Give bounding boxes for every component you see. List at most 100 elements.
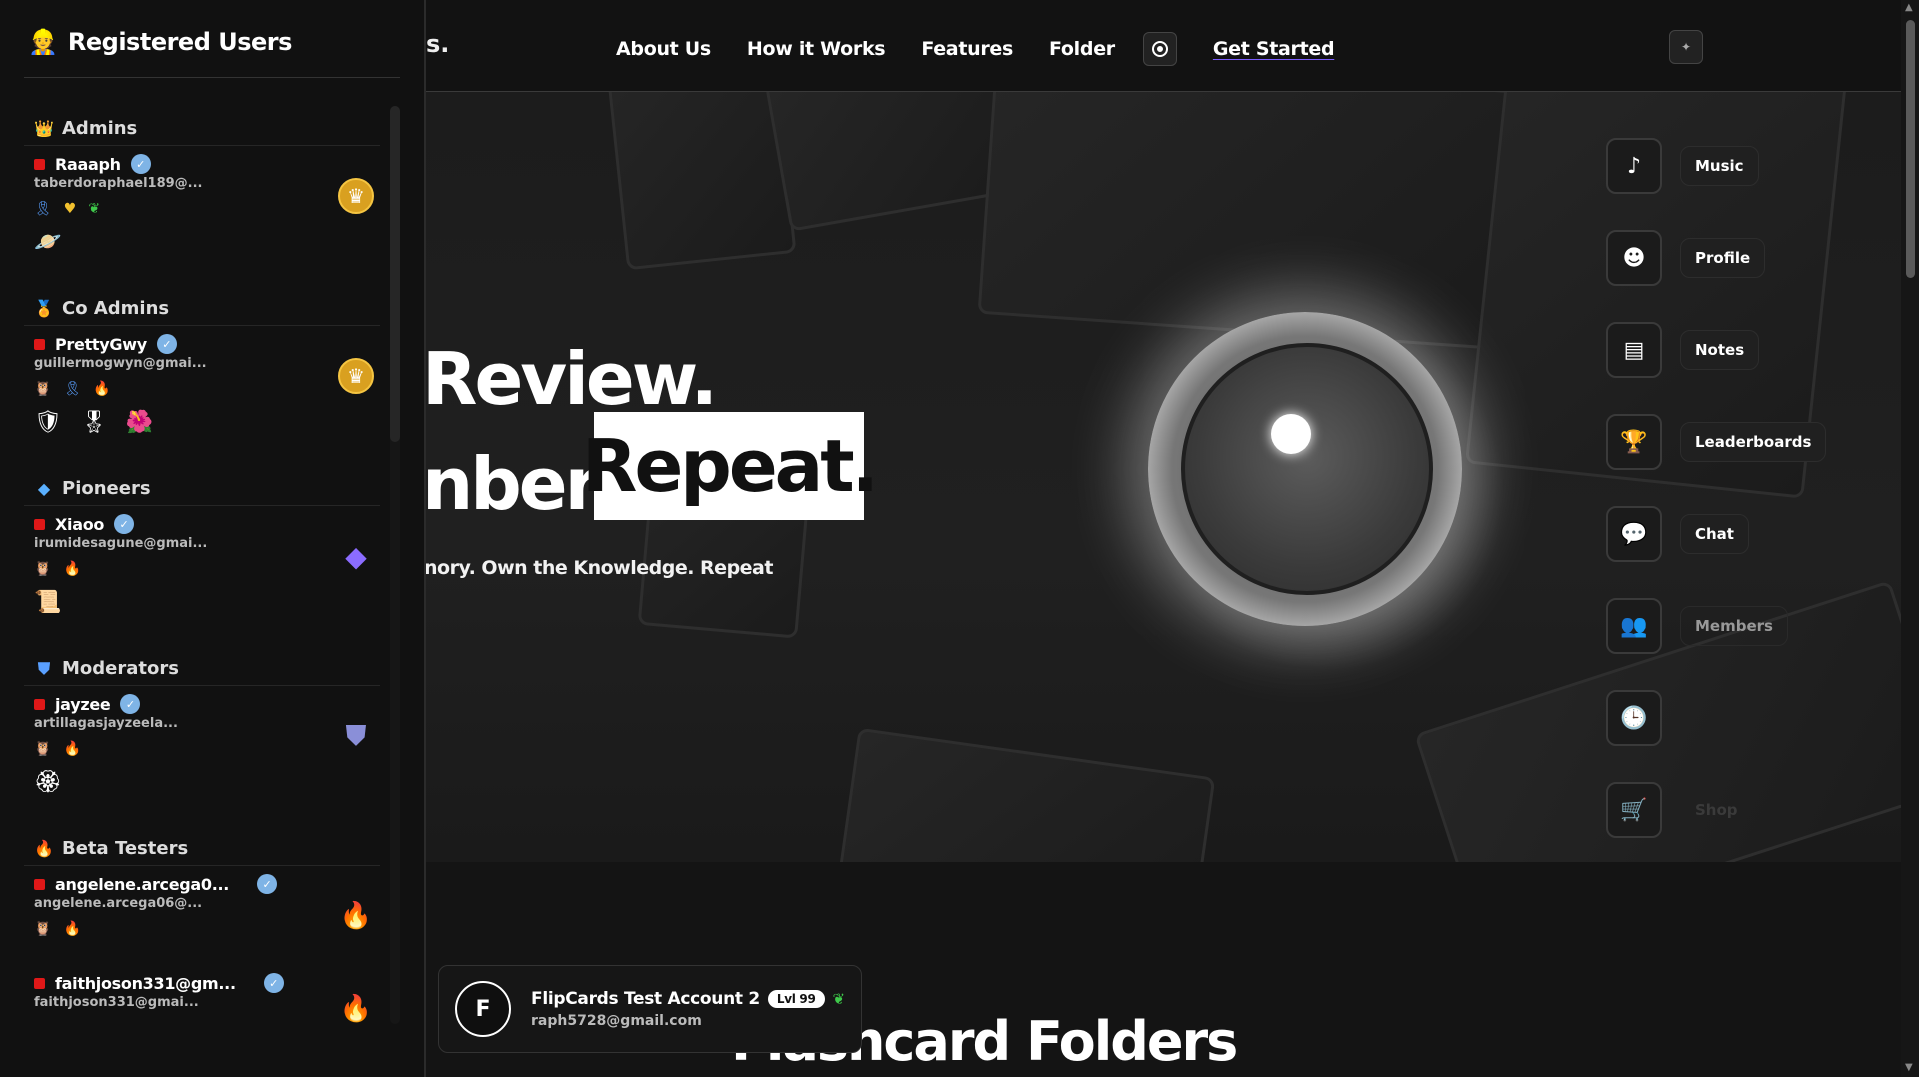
brand-fragment[interactable]: s. — [426, 30, 449, 58]
user-name: Raaaph — [55, 154, 121, 174]
account-name-row: FlipCards Test Account 2 Lvl 99 ❦ — [531, 989, 845, 1009]
user-entry[interactable]: Raaaph ✓ taberdoraphael189@... 🎗 ♥ ❦ 🪐 ♛ — [24, 146, 380, 255]
user-name: jayzee — [55, 694, 111, 714]
user-entry[interactable]: Xiaoo ✓ irumidesagune@gmai... 🦉 🔥 📜 ◆ — [24, 506, 380, 615]
account-card[interactable]: F FlipCards Test Account 2 Lvl 99 ❦ raph… — [438, 965, 862, 1053]
status-offline-icon — [34, 878, 45, 890]
badge-leaf-icon: ❦ — [88, 201, 101, 217]
shield-icon: ⛊ — [345, 719, 367, 752]
menu-label-chat: Chat — [1680, 514, 1749, 554]
badge-owl-icon: 🦉 — [34, 561, 52, 577]
trophy-icon: 🏆 — [1606, 414, 1662, 470]
sidebar-divider — [24, 77, 400, 78]
sidebar-header: 👷 Registered Users — [28, 28, 292, 56]
menu-item-clock[interactable]: 🕒 — [1606, 690, 1662, 746]
badge-hex-shield-icon: 🛡 — [34, 409, 62, 435]
sidebar-title: Registered Users — [67, 28, 293, 56]
menu-label-music: Music — [1680, 146, 1759, 186]
notes-icon: ▤ — [1606, 322, 1662, 378]
nav-link-about[interactable]: About Us — [616, 38, 711, 60]
user-badges-large: 🏵 — [34, 769, 380, 795]
menu-label-shop: Shop — [1695, 801, 1738, 819]
chat-icon: 💬 — [1606, 506, 1662, 562]
orb-eye-icon — [1271, 414, 1311, 454]
user-name-row: faithjoson331@gm... ✓ — [34, 973, 380, 993]
badge-planet-icon: 🪐 — [34, 229, 62, 255]
group-header: 🔥 Beta Testers — [24, 838, 380, 866]
badge-ribbon-icon: 🎗 — [34, 201, 52, 217]
user-badges: 🦉 🎗 🔥 — [34, 379, 380, 399]
group-pioneers: ◆ Pioneers Xiaoo ✓ irumidesagune@gmai...… — [24, 478, 380, 615]
page-scrollbar[interactable]: ▲ ▼ — [1901, 0, 1919, 1077]
registered-users-sidebar: 👷 Registered Users 👑 Admins Raaaph ✓ tab… — [0, 0, 426, 1077]
user-icon: 👷 — [28, 28, 58, 56]
user-name-row: Xiaoo ✓ — [34, 514, 380, 534]
group-title: Co Admins — [62, 298, 170, 319]
verified-icon: ✓ — [130, 154, 151, 174]
scrollbar-thumb[interactable] — [1906, 20, 1915, 278]
flame-icon: 🔥 — [34, 839, 54, 858]
group-header: 🏅 Co Admins — [24, 298, 380, 326]
badge-owl-icon: 🦉 — [34, 381, 52, 397]
level-badge: Lvl 99 — [767, 990, 825, 1008]
nav-links: About Us How it Works Features Folder Ge… — [616, 32, 1335, 66]
badge-owl-icon: 🦉 — [34, 741, 52, 757]
user-email: guillermogwyn@gmai... — [34, 356, 207, 371]
sparkle-button[interactable]: ✦ — [1669, 30, 1703, 64]
main-page: s. About Us How it Works Features Folder… — [426, 0, 1901, 1077]
badge-flame-icon: 🔥 — [63, 921, 81, 937]
account-name: FlipCards Test Account 2 — [531, 989, 760, 1009]
members-icon: 👥 — [1606, 598, 1662, 654]
hero-subtitle: nory. Own the Knowledge. Repeat — [426, 557, 773, 579]
user-entry[interactable]: angelene.arcega0... ✓ angelene.arcega06@… — [24, 866, 380, 939]
orb-core[interactable] — [1181, 343, 1433, 595]
menu-item-notes[interactable]: ▤ Notes — [1606, 322, 1760, 378]
crown-icon: 👑 — [34, 119, 54, 138]
menu-item-chat[interactable]: 💬 Chat — [1606, 506, 1749, 562]
menu-item-music[interactable]: ♪ Music — [1606, 138, 1759, 194]
group-header: ⛊ Moderators — [24, 658, 380, 686]
user-email: taberdoraphael189@... — [34, 176, 203, 191]
scroll-up-icon[interactable]: ▲ — [1905, 2, 1913, 13]
user-name: angelene.arcega0... — [55, 874, 230, 894]
hero-highlight-repeat: Repeat. — [582, 412, 879, 520]
verified-icon: ✓ — [114, 514, 135, 534]
group-title: Moderators — [62, 658, 179, 679]
user-name-row: jayzee ✓ — [34, 694, 380, 714]
menu-item-profile[interactable]: ☻ Profile — [1606, 230, 1766, 286]
nav-link-features[interactable]: Features — [921, 38, 1013, 60]
verified-icon: ✓ — [120, 694, 141, 714]
user-badges: 🦉 🔥 — [34, 919, 380, 939]
account-info: FlipCards Test Account 2 Lvl 99 ❦ raph57… — [531, 989, 845, 1029]
badge-flame-icon: 🔥 — [63, 561, 81, 577]
nav-link-folder[interactable]: Folder — [1049, 38, 1115, 60]
group-title: Pioneers — [62, 478, 151, 499]
group-title: Admins — [62, 118, 138, 139]
shield-icon: ⛊ — [37, 658, 50, 678]
group-admins: 👑 Admins Raaaph ✓ taberdoraphael189@... … — [24, 118, 380, 255]
nav-link-how-it-works[interactable]: How it Works — [747, 38, 886, 60]
user-badges-large: 🛡 🎖 🌺 — [34, 409, 380, 435]
menu-item-shop[interactable]: 🛒 Shop — [1606, 782, 1753, 838]
menu-item-members[interactable]: 👥 Members — [1606, 598, 1788, 654]
user-name-row: angelene.arcega0... ✓ — [34, 874, 380, 894]
user-email: irumidesagune@gmai... — [34, 536, 208, 551]
theme-toggle-button[interactable] — [1142, 32, 1177, 66]
group-title: Beta Testers — [62, 838, 189, 859]
menu-item-leaderboards[interactable]: 🏆 Leaderboards — [1606, 414, 1827, 470]
bg-card-deco — [977, 92, 1515, 350]
user-entry[interactable]: faithjoson331@gm... ✓ faithjoson331@gmai… — [24, 965, 380, 1024]
user-name: Xiaoo — [55, 514, 105, 534]
user-entry[interactable]: PrettyGwy ✓ guillermogwyn@gmai... 🦉 🎗 🔥 … — [24, 326, 380, 435]
scroll-down-icon[interactable]: ▼ — [1905, 1062, 1913, 1073]
user-badges-large: 📜 — [34, 589, 380, 615]
user-badges-large: 🪐 — [34, 229, 380, 255]
group-moderators: ⛊ Moderators jayzee ✓ artillagasjayzeela… — [24, 658, 380, 795]
user-entry[interactable]: jayzee ✓ artillagasjayzeela... 🦉 🔥 🏵 ⛊ — [24, 686, 380, 795]
user-badges: 🎗 ♥ ❦ — [34, 199, 380, 219]
menu-label-notes: Notes — [1680, 330, 1760, 370]
sidebar-scroll-thumb[interactable] — [390, 106, 400, 442]
get-started-link[interactable]: Get Started — [1213, 38, 1335, 60]
status-offline-icon — [34, 977, 45, 989]
crown-icon: ♛ — [338, 178, 374, 214]
